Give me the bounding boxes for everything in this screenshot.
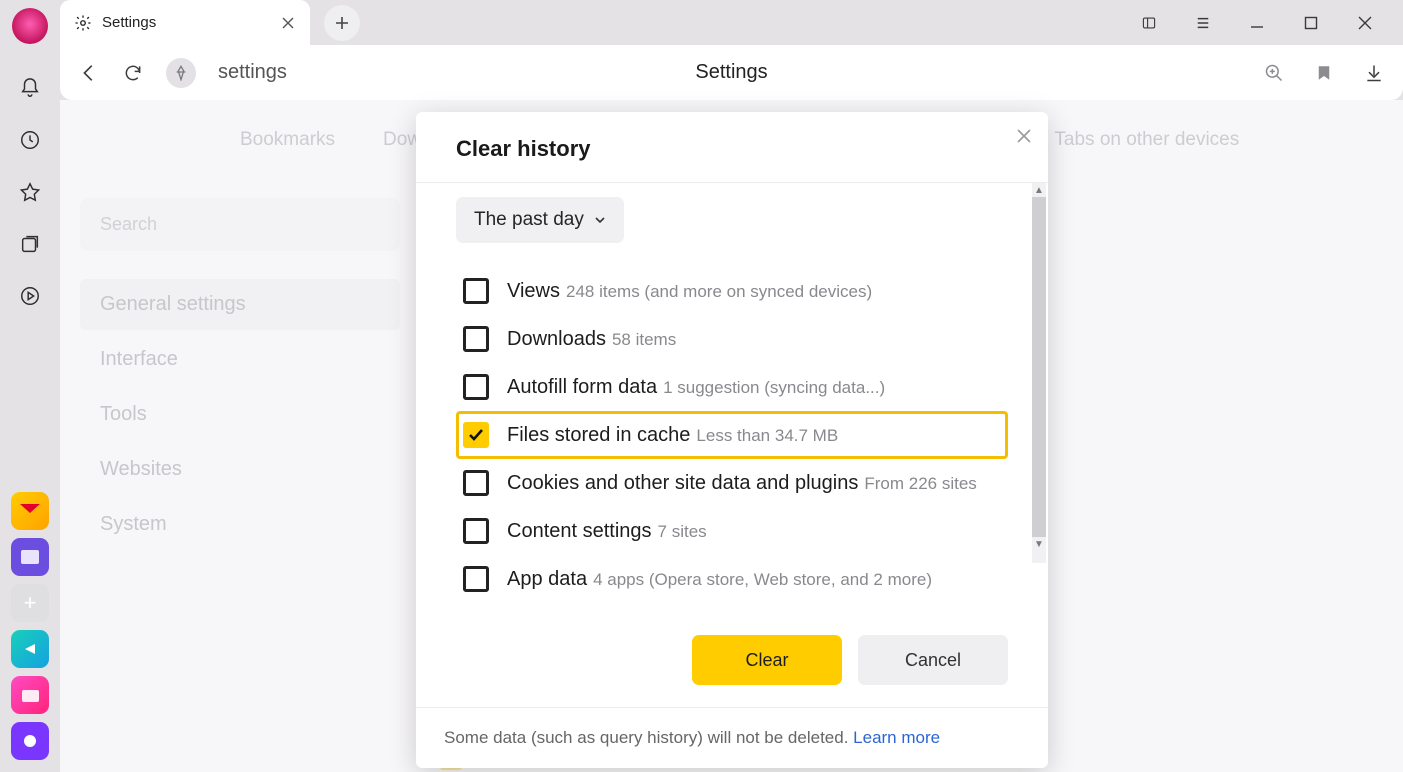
app-tile-add[interactable]: + [11, 584, 49, 622]
option-row-views[interactable]: Views 248 items (and more on synced devic… [456, 267, 1008, 315]
learn-more-link[interactable]: Learn more [853, 728, 940, 747]
opt-detail: 248 items (and more on synced devices) [566, 282, 872, 301]
opt-detail: Less than 34.7 MB [696, 426, 838, 445]
app-tile-purple[interactable] [11, 538, 49, 576]
reload-button[interactable] [122, 62, 144, 84]
opt-detail: 58 items [612, 330, 676, 349]
opt-label: Content settings [507, 520, 652, 542]
chevron-down-icon [594, 214, 606, 226]
opt-label: Cookies and other site data and plugins [507, 472, 858, 494]
time-range-dropdown[interactable]: The past day [456, 197, 624, 243]
dialog-scrollbar[interactable]: ▲ ▼ [1032, 183, 1046, 563]
back-button[interactable] [78, 62, 100, 84]
address-text[interactable]: settings [218, 61, 287, 84]
tab-title: Settings [102, 14, 270, 31]
option-row-cache[interactable]: Files stored in cache Less than 34.7 MB [456, 411, 1008, 459]
downloads-icon[interactable] [1363, 62, 1385, 84]
opt-label: Downloads [507, 328, 606, 350]
checkbox-views[interactable] [463, 278, 489, 304]
tab-bar: Settings [60, 0, 1403, 45]
dialog-footer: Some data (such as query history) will n… [416, 707, 1048, 768]
opt-detail: 4 apps (Opera store, Web store, and 2 mo… [593, 570, 932, 589]
page-heading: Settings [695, 61, 767, 84]
sidebar-toggle-icon[interactable] [1135, 9, 1163, 37]
opt-label: Files stored in cache [507, 424, 690, 446]
play-icon[interactable] [18, 284, 42, 308]
checkbox-content[interactable] [463, 518, 489, 544]
app-tile-pink[interactable] [11, 676, 49, 714]
notifications-icon[interactable] [18, 76, 42, 100]
bookmark-icon[interactable] [1313, 62, 1335, 84]
browser-side-panel: + [0, 0, 60, 772]
checkbox-cache[interactable] [463, 422, 489, 448]
collections-icon[interactable] [18, 232, 42, 256]
footer-text: Some data (such as query history) will n… [444, 728, 853, 747]
app-tile-teal[interactable] [11, 630, 49, 668]
option-row-downloads[interactable]: Downloads 58 items [456, 315, 1008, 363]
dialog-close-button[interactable] [1014, 126, 1034, 146]
tab-close-button[interactable] [280, 15, 296, 31]
checkbox-downloads[interactable] [463, 326, 489, 352]
cancel-button[interactable]: Cancel [858, 635, 1008, 685]
address-bar: settings Settings [60, 45, 1403, 100]
clear-button[interactable]: Clear [692, 635, 842, 685]
zoom-icon[interactable] [1263, 62, 1285, 84]
tab-settings[interactable]: Settings [60, 0, 310, 45]
bookmarks-star-icon[interactable] [18, 180, 42, 204]
dialog-title: Clear history [456, 136, 591, 162]
checkbox-appdata[interactable] [463, 566, 489, 592]
opt-label: Views [507, 280, 560, 302]
option-row-autofill[interactable]: Autofill form data 1 suggestion (syncing … [456, 363, 1008, 411]
new-tab-button[interactable] [324, 5, 360, 41]
profile-avatar[interactable] [12, 8, 48, 44]
option-row-cookies[interactable]: Cookies and other site data and plugins F… [456, 459, 1008, 507]
app-tile-assistant[interactable] [11, 722, 49, 760]
close-window-button[interactable] [1351, 9, 1379, 37]
opt-detail: 1 suggestion (syncing data...) [663, 378, 885, 397]
app-tile-mail[interactable] [11, 492, 49, 530]
opt-detail: From 226 sites [864, 474, 976, 493]
time-range-label: The past day [474, 209, 584, 231]
checkbox-autofill[interactable] [463, 374, 489, 400]
maximize-button[interactable] [1297, 9, 1325, 37]
opt-detail: 7 sites [658, 522, 707, 541]
opt-label: App data [507, 568, 587, 590]
title-bar-controls [1135, 0, 1399, 45]
option-row-appdata[interactable]: App data 4 apps (Opera store, Web store, … [456, 555, 1008, 603]
checkbox-cookies[interactable] [463, 470, 489, 496]
option-row-content[interactable]: Content settings 7 sites [456, 507, 1008, 555]
site-identity-icon[interactable] [166, 58, 196, 88]
clear-history-dialog: Clear history ▲ ▼ The past day Views 248 … [416, 112, 1048, 768]
menu-icon[interactable] [1189, 9, 1217, 37]
history-icon[interactable] [18, 128, 42, 152]
minimize-button[interactable] [1243, 9, 1271, 37]
opt-label: Autofill form data [507, 376, 657, 398]
gear-icon [74, 14, 92, 32]
